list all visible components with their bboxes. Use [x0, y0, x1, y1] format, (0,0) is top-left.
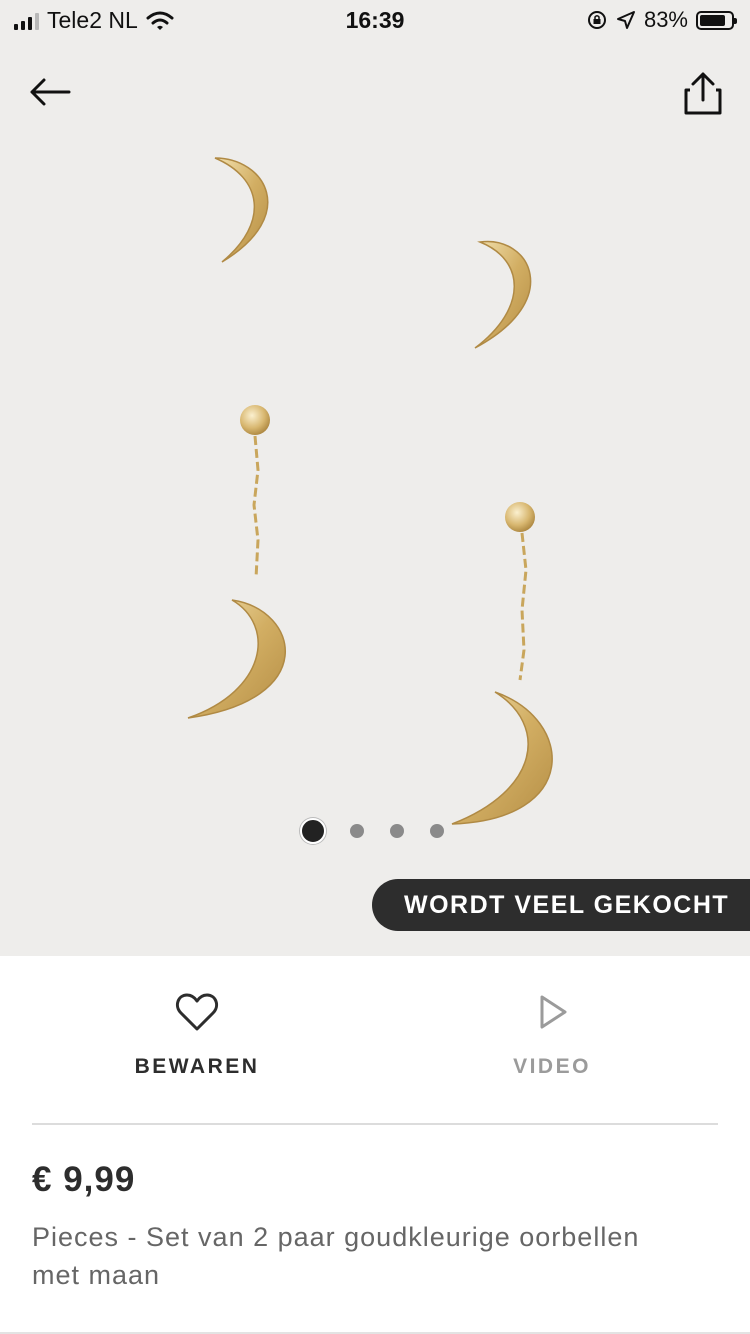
save-button[interactable]: BEWAREN [97, 992, 297, 1079]
play-icon [540, 995, 567, 1029]
status-bar: Tele2 NL 16:39 83% [0, 0, 750, 40]
share-icon [684, 72, 722, 115]
pagination-dot[interactable] [430, 824, 444, 838]
location-arrow-icon [616, 11, 635, 29]
arrow-left-icon [30, 78, 71, 106]
save-label: BEWAREN [134, 1055, 260, 1078]
product-photo-earrings [187, 157, 553, 825]
pagination-dot[interactable] [390, 824, 404, 838]
battery-icon [696, 10, 737, 30]
product-image-gallery[interactable]: WORDT VEEL GEKOCHT [0, 0, 750, 956]
product-title: Pieces - Set van 2 paar goudkleurige oor… [32, 1222, 640, 1290]
battery-percent: 83% [643, 7, 688, 32]
rotation-lock-icon [587, 11, 606, 29]
share-button[interactable] [676, 66, 730, 120]
product-actions: BEWAREN VIDEO [0, 956, 750, 1124]
divider [32, 1123, 718, 1125]
popular-badge: WORDT VEEL GEKOCHT [372, 879, 750, 931]
heart-icon [175, 993, 219, 1031]
gallery-pagination [300, 818, 470, 844]
video-label: VIDEO [513, 1055, 591, 1078]
back-button[interactable] [24, 70, 74, 114]
pagination-dot[interactable] [300, 818, 326, 844]
video-button[interactable]: VIDEO [452, 992, 652, 1079]
product-price: € 9,99 [32, 1160, 136, 1199]
pagination-dot[interactable] [350, 824, 364, 838]
